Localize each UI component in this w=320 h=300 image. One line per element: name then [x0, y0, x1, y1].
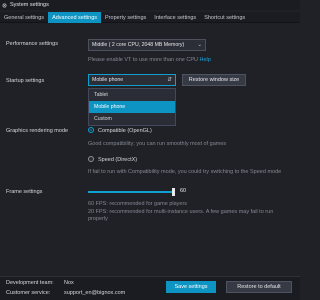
fps-slider-thumb[interactable]: [172, 188, 175, 196]
tab-shortcut-settings[interactable]: Shortcut settings: [200, 12, 249, 23]
compatible-option-label: Compatible (OpenGL): [98, 128, 152, 134]
save-settings-button[interactable]: Save settings: [166, 281, 216, 293]
startup-select[interactable]: Mobile phone ⇵: [88, 74, 176, 86]
customer-service-label: Customer service:: [6, 290, 51, 296]
radio-speed[interactable]: [88, 156, 94, 162]
fps-slider-track[interactable]: [88, 191, 173, 193]
vt-hint-text: Please enable VT to use more than one CP…: [88, 57, 198, 63]
vt-hint: Please enable VT to use more than one CP…: [88, 57, 211, 63]
restore-to-default-button[interactable]: Restore to default: [226, 281, 292, 293]
dropdown-option-tablet[interactable]: Tablet: [89, 89, 175, 101]
radio-compatible[interactable]: [88, 127, 94, 133]
chevron-updown-icon: ⇵: [167, 77, 172, 83]
fps-value: 60: [180, 188, 187, 194]
startup-select-value: Mobile phone: [92, 77, 124, 83]
dropdown-option-mobile-phone[interactable]: Mobile phone: [89, 101, 175, 113]
help-link[interactable]: Help: [200, 57, 211, 63]
fps-hint-20: 20 FPS: recommended for multi-instance u…: [88, 209, 274, 222]
startup-dropdown-menu: Tablet Mobile phone Custom: [88, 88, 176, 126]
development-team-label: Development team:: [6, 280, 54, 286]
chevron-down-icon: ⌄: [197, 42, 202, 48]
title-bar: System settings: [0, 0, 300, 10]
graphics-rendering-label: Graphics rendering mode: [6, 128, 69, 134]
frame-settings-label: Frame settings: [6, 189, 43, 195]
speed-description: If fail to run with Compatibility mode, …: [88, 169, 282, 175]
dropdown-option-custom[interactable]: Custom: [89, 113, 175, 125]
startup-settings-label: Startup settings: [6, 78, 45, 84]
performance-select-value: Middle ( 2 core CPU, 2048 MB Memory): [92, 42, 185, 48]
tab-property-settings[interactable]: Property settings: [101, 12, 150, 23]
development-team-value: Nox: [64, 280, 74, 286]
restore-window-size-button[interactable]: Restore window size: [182, 74, 246, 86]
fps-hint-60: 60 FPS: recommended for game players: [88, 201, 188, 207]
performance-settings-label: Performance settings: [6, 41, 58, 47]
settings-tabs: General settings Advanced settings Prope…: [0, 12, 300, 23]
performance-select[interactable]: Middle ( 2 core CPU, 2048 MB Memory) ⌄: [88, 39, 206, 51]
speed-option-label: Speed (DirectX): [98, 157, 138, 163]
tab-advanced-settings[interactable]: Advanced settings: [48, 12, 102, 23]
compatible-description: Good compatibility; you can run smoothly…: [88, 141, 227, 147]
customer-service-email: support_en@bignox.com: [64, 290, 126, 296]
tab-general-settings[interactable]: General settings: [0, 12, 48, 23]
settings-gear-icon: [2, 3, 7, 7]
tab-interface-settings[interactable]: Interface settings: [150, 12, 200, 23]
window-title: System settings: [10, 2, 49, 8]
